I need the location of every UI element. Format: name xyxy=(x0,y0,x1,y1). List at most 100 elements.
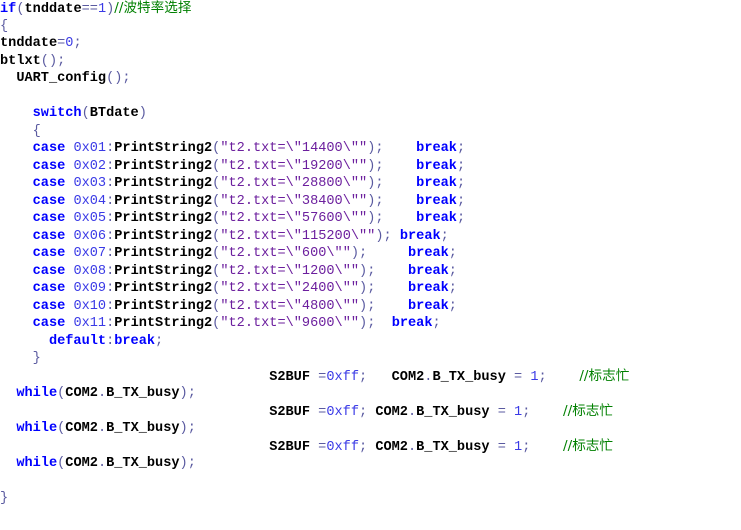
punctuation-token: . xyxy=(97,456,107,471)
identifier-token: COM2 xyxy=(391,369,425,385)
identifier-token: B_TX_busy xyxy=(416,404,490,420)
punctuation-token: ( xyxy=(16,2,25,17)
string-token: "t2.txt=\"4800\"" xyxy=(220,298,360,314)
punctuation-token: ; xyxy=(538,369,547,385)
number-token: 0x05 xyxy=(73,211,107,226)
keyword-token: break xyxy=(408,298,449,314)
punctuation-token: ); xyxy=(367,158,384,174)
keyword-token: break xyxy=(416,158,457,174)
keyword-token: switch xyxy=(32,106,82,121)
keyword-token: break xyxy=(416,211,457,226)
comment-token: //标志忙 xyxy=(579,367,630,384)
identifier-token: PrintString2 xyxy=(114,158,213,174)
code-line: case 0x06:PrintString2("t2.txt=\"115200\… xyxy=(0,228,449,246)
punctuation-token: . xyxy=(407,404,417,420)
punctuation-token: ; xyxy=(448,281,457,296)
number-token: 0x07 xyxy=(73,246,107,261)
number-token: 0x08 xyxy=(73,263,107,279)
punctuation-token: ); xyxy=(367,141,384,156)
identifier-token: B_TX_busy xyxy=(106,386,180,401)
punctuation-token: ); xyxy=(179,421,196,436)
punctuation-token: ; xyxy=(432,316,441,331)
punctuation-token: ( xyxy=(81,106,90,121)
punctuation-token: . xyxy=(97,386,107,401)
string-token: "t2.txt=\"38400\"" xyxy=(220,193,368,209)
punctuation-token: ); xyxy=(350,246,368,261)
punctuation-token: ; xyxy=(448,263,457,279)
code-line: if(tnddate==1)//波特率选择 xyxy=(0,0,191,18)
keyword-token: case xyxy=(32,158,66,174)
number-token: 0x06 xyxy=(73,228,107,244)
code-editor[interactable]: if(tnddate==1)//波特率选择{tnddate=0; btlxt();… xyxy=(0,0,741,530)
identifier-token: BTdate xyxy=(89,106,139,121)
punctuation-token: : xyxy=(106,333,115,349)
punctuation-token: ); xyxy=(367,176,384,191)
identifier-token: COM2 xyxy=(65,456,98,471)
punctuation-token: (); xyxy=(106,71,131,86)
number-token: 0xff xyxy=(326,404,359,420)
code-line: { xyxy=(0,18,8,36)
identifier-token: PrintString2 xyxy=(114,176,213,191)
comment-token: //波特率选择 xyxy=(114,0,192,16)
keyword-token: break xyxy=(408,246,449,261)
identifier-token: PrintString2 xyxy=(114,246,213,261)
punctuation-token xyxy=(310,440,318,455)
punctuation-token: ; xyxy=(456,193,466,209)
keyword-token: while xyxy=(16,421,58,436)
code-line: case 0x01:PrintString2("t2.txt=\"14400\"… xyxy=(0,140,465,158)
punctuation-token: ); xyxy=(179,456,196,471)
code-line: } xyxy=(0,350,41,368)
punctuation-token: ; xyxy=(73,36,82,51)
code-line: case 0x03:PrintString2("t2.txt=\"28800\"… xyxy=(0,175,465,193)
punctuation-token: { xyxy=(32,123,41,139)
punctuation-token: ) xyxy=(138,106,147,121)
number-token: 0x03 xyxy=(73,176,107,191)
code-line: S2BUF =0xff; COM2.B_TX_busy = 1; //标志忙 xyxy=(0,403,613,421)
punctuation-token: ; xyxy=(448,298,457,314)
number-token: 1 xyxy=(97,2,107,17)
number-token: 0x01 xyxy=(73,141,107,156)
identifier-token: PrintString2 xyxy=(114,141,213,156)
keyword-token: while xyxy=(16,386,58,401)
punctuation-token: ; xyxy=(448,246,457,261)
string-token: "t2.txt=\"600\"" xyxy=(220,246,351,261)
punctuation-token xyxy=(310,370,318,385)
code-line: case 0x04:PrintString2("t2.txt=\"38400\"… xyxy=(0,193,465,211)
identifier-token: PrintString2 xyxy=(114,263,213,279)
string-token: "t2.txt=\"2400\"" xyxy=(220,281,360,296)
code-line: tnddate=0; xyxy=(0,35,82,53)
number-token: 0x10 xyxy=(73,298,107,314)
code-line: case 0x11:PrintString2("t2.txt=\"9600\""… xyxy=(0,315,441,333)
code-line: case 0x10:PrintString2("t2.txt=\"4800\""… xyxy=(0,298,457,316)
code-line: case 0x09:PrintString2("t2.txt=\"2400\""… xyxy=(0,280,457,298)
code-line: case 0x05:PrintString2("t2.txt=\"57600\"… xyxy=(0,210,465,228)
string-token: "t2.txt=\"19200\"" xyxy=(220,158,368,174)
punctuation-token: } xyxy=(32,351,41,366)
keyword-token: default xyxy=(48,333,107,349)
punctuation-token: ; xyxy=(358,369,368,385)
identifier-token: tnddate xyxy=(0,36,58,51)
string-token: "t2.txt=\"9600\"" xyxy=(220,316,360,331)
punctuation-token: ); xyxy=(375,228,392,244)
identifier-token: S2BUF xyxy=(269,439,310,455)
keyword-token: case xyxy=(32,263,66,279)
comment-token: //标志忙 xyxy=(563,402,613,419)
identifier-token: B_TX_busy xyxy=(106,421,180,436)
keyword-token: case xyxy=(32,298,66,314)
